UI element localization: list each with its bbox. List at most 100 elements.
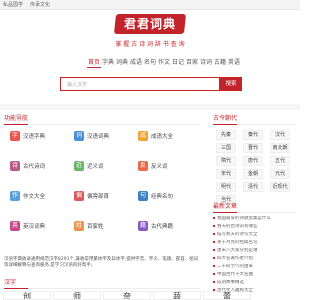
dynasty-link[interactable]: 近现代 (270, 182, 290, 192)
nav-item[interactable]: 英语 (227, 58, 241, 68)
article-title: 古代文人雅称大全 (217, 288, 253, 293)
logo-text: 君君词典 (123, 17, 176, 31)
section-divider (0, 104, 300, 110)
top-bar-tagline: 传承文化 (30, 2, 51, 8)
nav-item[interactable]: 名句 (143, 58, 157, 68)
dynasty-link[interactable]: 元代 (270, 169, 290, 179)
article-link[interactable]: 古代文人雅称大全 (213, 288, 297, 294)
dynasty-link[interactable]: 晋代 (243, 143, 263, 153)
article-link[interactable]: 春天的古诗词有哪些 (213, 224, 297, 230)
dynasty-link[interactable]: 唐代 (243, 156, 263, 166)
nav-item[interactable]: 日记 (171, 58, 185, 68)
char-link[interactable]: 创 (3, 291, 51, 300)
char-link[interactable]: 蔬 (153, 291, 201, 300)
article-link[interactable]: 二十四节气的由来 (213, 264, 297, 270)
function-link[interactable]: 词汉语词典 (74, 131, 109, 141)
dynasty-link[interactable]: 五代 (270, 156, 290, 166)
article-link[interactable]: 中国古代十大名曲 (213, 272, 297, 278)
function-link[interactable]: 籍古代典籍 (138, 221, 173, 231)
recommend-title: 最新文章 (213, 203, 238, 210)
site-logo[interactable]: 君君词典 (113, 14, 187, 34)
top-bar-site-name[interactable]: 私品国学 (3, 1, 23, 9)
nav-item[interactable]: 古籍 (213, 58, 227, 68)
function-link[interactable]: 英英汉词典 (10, 221, 45, 231)
bullet-icon (213, 280, 215, 283)
dynasty-link[interactable]: 宋代 (216, 169, 236, 179)
dynasty-link[interactable]: 隋代 (216, 156, 236, 166)
article-link[interactable]: 唐宋八大家分别是谁 (213, 248, 297, 254)
chars-title: 汉字 (4, 279, 17, 286)
function-link[interactable]: 成成语大全 (138, 131, 173, 141)
function-icon: 偏 (74, 191, 84, 201)
function-icon: 成 (138, 131, 148, 141)
function-label: 汉语字典 (23, 134, 46, 140)
function-label: 英汉词典 (23, 224, 46, 230)
function-label: 作文大全 (23, 194, 46, 200)
nav-item[interactable]: 作文 (157, 58, 171, 68)
function-label: 古代典籍 (151, 224, 174, 230)
function-link[interactable]: 反反义词 (138, 161, 168, 171)
article-link[interactable]: 成语故事精选 (213, 280, 297, 286)
slogan: 掌 握 古 诗 词 辞 书 查 询 (115, 41, 185, 48)
nav-item[interactable]: 词典 (115, 58, 129, 68)
dynasty-link[interactable]: 先秦 (216, 130, 236, 140)
dynasty-link[interactable]: 金朝 (243, 169, 263, 179)
dynasty-link[interactable]: 三国 (216, 143, 236, 153)
function-link[interactable]: 偏偏旁部首 (74, 191, 109, 201)
function-label: 近义词 (87, 164, 104, 170)
function-icon: 近 (74, 161, 84, 171)
function-label: 经典名句 (151, 194, 174, 200)
function-label: 古代诗词 (23, 164, 46, 170)
function-icon: 英 (10, 221, 20, 231)
nav-item[interactable]: 百家 (185, 58, 199, 68)
function-link[interactable]: 句经典名句 (138, 191, 173, 201)
function-icon: 字 (10, 131, 20, 141)
nav-item[interactable]: 字典 (101, 58, 115, 68)
function-link[interactable]: 诗古代诗词 (10, 161, 45, 171)
article-title: 唐宋八大家分别是谁 (217, 248, 258, 253)
function-icon: 反 (138, 161, 148, 171)
function-link[interactable]: 姓百家姓 (74, 221, 104, 231)
dynasty-link[interactable]: 汉代 (270, 130, 290, 140)
dynasty-link[interactable]: 明代 (216, 182, 236, 192)
nav-item[interactable]: 成语 (129, 58, 143, 68)
search-input[interactable]: 输入汉字 (60, 77, 220, 91)
dynasty-link[interactable]: 南北朝 (270, 143, 290, 153)
char-link[interactable]: 师 (53, 291, 101, 300)
recommend-title-underline (213, 212, 295, 213)
search-button[interactable]: 搜索 (220, 77, 242, 91)
article-link[interactable]: 关于月亮的经典名句 (213, 240, 297, 246)
function-icon: 诗 (10, 161, 20, 171)
function-icon: 姓 (74, 221, 84, 231)
dynasty-link[interactable]: 清代 (243, 182, 263, 192)
bullet-icon (213, 288, 215, 291)
char-link[interactable]: 奈 (103, 291, 151, 300)
nav-item[interactable]: 诗词 (199, 58, 213, 68)
article-link[interactable]: 我国最早的诗歌总集是什么 (213, 216, 297, 222)
bullet-icon (213, 248, 215, 251)
function-link[interactable]: 近近义词 (74, 161, 104, 171)
article-title: 二十四节气的由来 (217, 264, 253, 269)
main-nav: 首页 字典 词典 成语 名句 作文 日记 百家 诗词 古籍 英语 (87, 58, 241, 68)
bullet-icon (213, 256, 215, 259)
function-icon: 作 (10, 191, 20, 201)
dynasty-link[interactable]: 秦代 (243, 130, 263, 140)
chars-title-underline (4, 288, 200, 289)
function-label: 汉语词典 (87, 134, 110, 140)
article-title: 关于月亮的经典名句 (217, 240, 258, 245)
function-label: 偏旁部首 (87, 194, 110, 200)
nav-item[interactable]: 首页 (87, 58, 101, 68)
function-label: 反义词 (151, 164, 168, 170)
article-link[interactable]: 描写秋天的诗句大全 (213, 232, 297, 238)
bullet-icon (213, 272, 215, 275)
article-link[interactable]: 四大名著作者介绍 (213, 256, 297, 262)
search-placeholder: 输入汉字 (67, 82, 88, 88)
dynasty-title: 古今朝代 (213, 115, 238, 122)
functions-title-underline (4, 124, 200, 125)
article-title: 我国最早的诗歌总集是什么 (217, 216, 271, 221)
function-icon: 籍 (138, 221, 148, 231)
function-link[interactable]: 作作文大全 (10, 191, 45, 201)
bullet-icon (213, 240, 215, 243)
function-link[interactable]: 字汉语字典 (10, 131, 45, 141)
function-label: 百家姓 (87, 224, 104, 230)
